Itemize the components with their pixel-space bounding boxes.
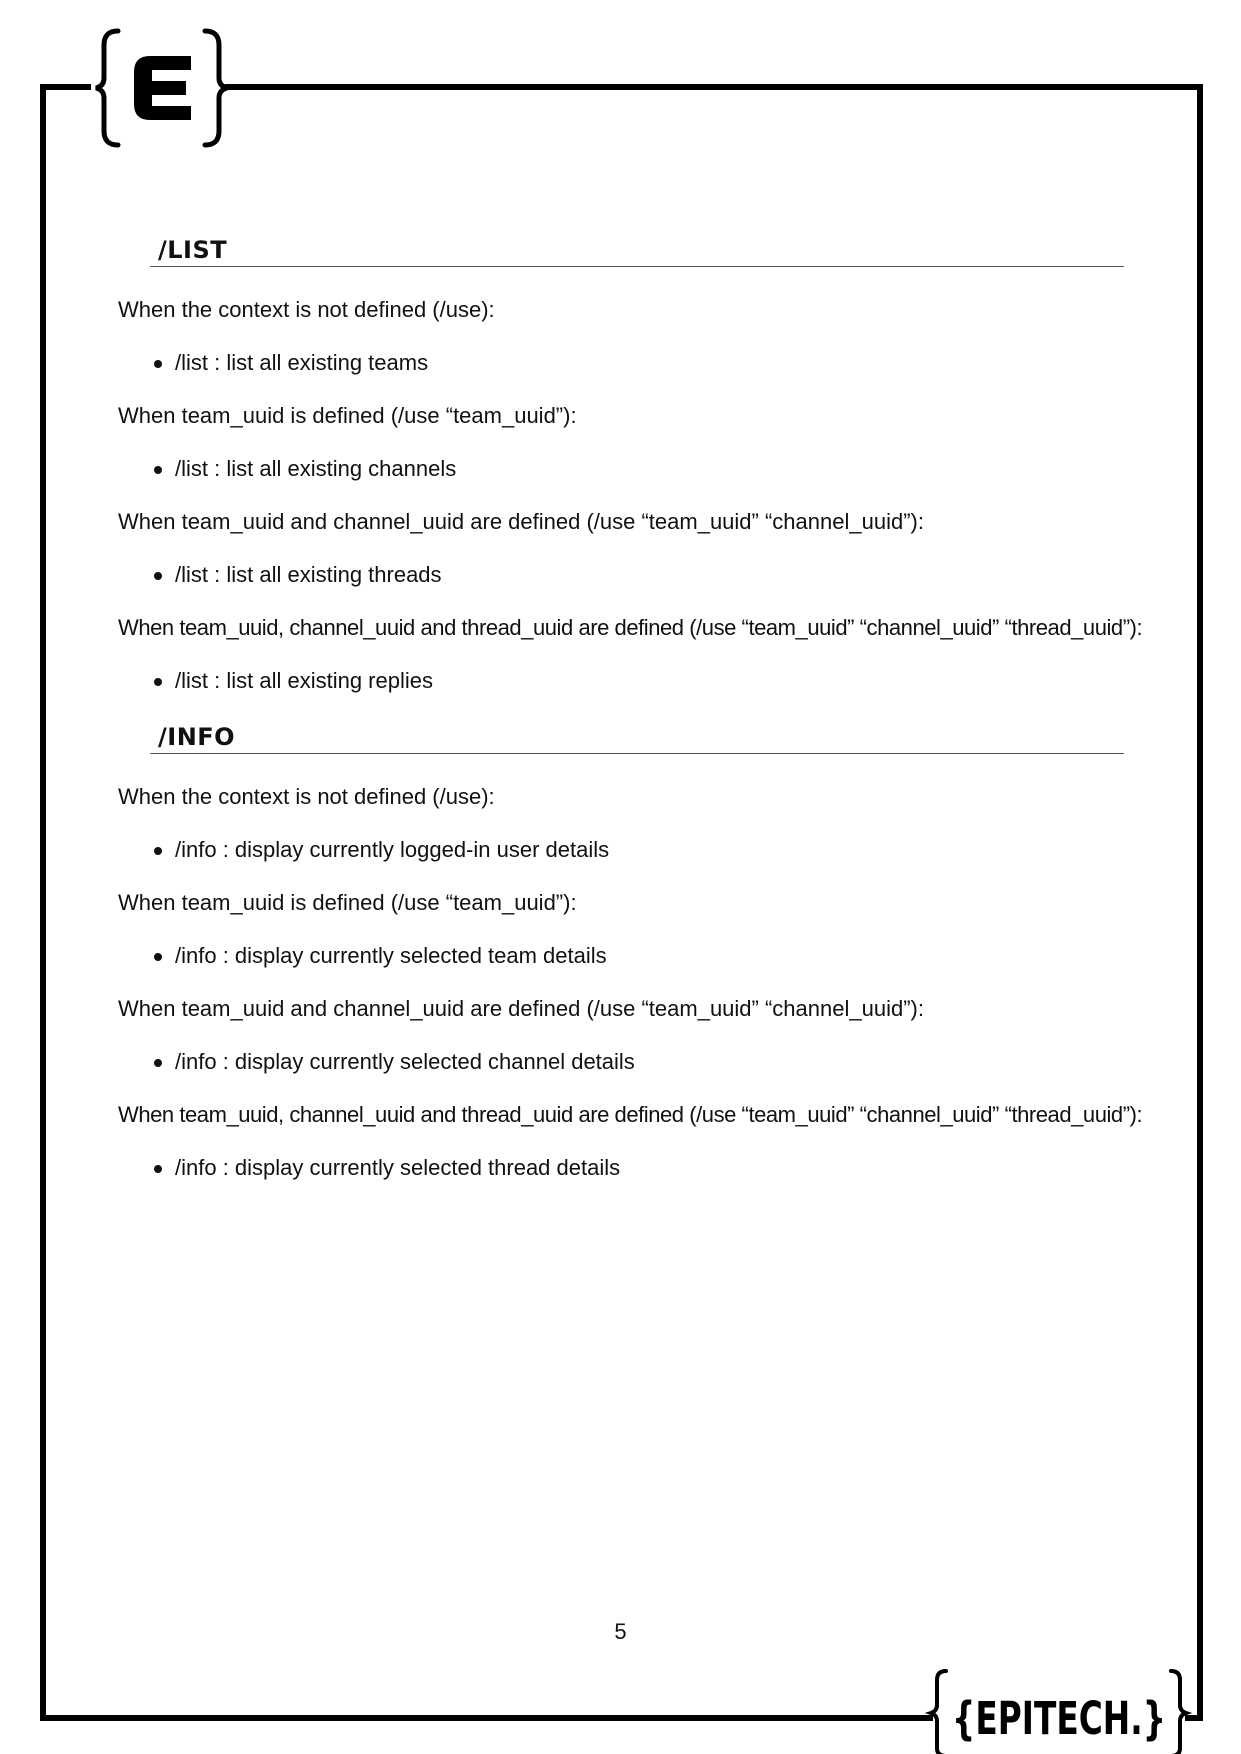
- bullet-dot-icon: [154, 572, 162, 580]
- bullet-item: /list : list all existing replies: [118, 667, 1168, 695]
- bullet-item: /list : list all existing channels: [118, 455, 1168, 483]
- bullet-dot-icon: [154, 678, 162, 686]
- bullet-dot-icon: [154, 1165, 162, 1173]
- bullet-item: /info : display currently selected chann…: [118, 1048, 1168, 1076]
- bullet-text: /list : list all existing teams: [175, 350, 429, 375]
- bullet-text: /list : list all existing channels: [175, 456, 457, 481]
- bullet-dot-icon: [154, 1059, 162, 1067]
- document-content: /LIST When the context is not defined (/u…: [118, 233, 1168, 1207]
- bullet-item: /info : display currently selected threa…: [118, 1154, 1168, 1182]
- bullet-text: /list : list all existing replies: [175, 668, 433, 693]
- section-heading: /LIST: [150, 233, 1124, 267]
- condition-paragraph: When team_uuid and channel_uuid are defi…: [118, 996, 924, 1021]
- bullet-text: /info : display currently selected chann…: [175, 1049, 635, 1074]
- condition-paragraph: When the context is not defined (/use):: [118, 784, 495, 809]
- bullet-text: /info : display currently selected threa…: [175, 1155, 621, 1180]
- bullet-dot-icon: [154, 360, 162, 368]
- bullet-item: /info : display currently logged-in user…: [118, 836, 1168, 864]
- epitech-wordmark-logo: {EPITECH.}: [924, 1669, 1193, 1754]
- section-heading: /INFO: [150, 720, 1124, 754]
- page-number: 5: [614, 1619, 627, 1644]
- bullet-text: /list : list all existing threads: [175, 562, 442, 587]
- bullet-text: /info : display currently logged-in user…: [175, 837, 610, 862]
- condition-paragraph: When team_uuid is defined (/use “team_uu…: [118, 890, 577, 915]
- bullet-item: /list : list all existing teams: [118, 349, 1168, 377]
- bullet-item: /info : display currently selected team …: [118, 942, 1168, 970]
- condition-paragraph: When team_uuid, channel_uuid and thread_…: [118, 615, 1143, 640]
- section-body: When the context is not defined (/use): /…: [118, 296, 1168, 695]
- condition-paragraph: When the context is not defined (/use):: [118, 297, 495, 322]
- sections-container: /LIST When the context is not defined (/u…: [118, 233, 1168, 1182]
- bullet-dot-icon: [154, 953, 162, 961]
- epitech-wordmark-text: {EPITECH.}: [952, 1692, 1166, 1745]
- bullet-dot-icon: [154, 847, 162, 855]
- bullet-text: /info : display currently selected team …: [175, 943, 607, 968]
- condition-paragraph: When team_uuid is defined (/use “team_uu…: [118, 403, 577, 428]
- section-list: /LIST When the context is not defined (/u…: [118, 233, 1168, 695]
- epitech-e-logo: [95, 28, 228, 148]
- condition-paragraph: When team_uuid and channel_uuid are defi…: [118, 509, 924, 534]
- bullet-dot-icon: [154, 466, 162, 474]
- condition-paragraph: When team_uuid, channel_uuid and thread_…: [118, 1102, 1143, 1127]
- bullet-item: /list : list all existing threads: [118, 561, 1168, 589]
- section-info: /INFO When the context is not defined (/u…: [118, 720, 1168, 1182]
- section-body: When the context is not defined (/use): /…: [118, 783, 1168, 1182]
